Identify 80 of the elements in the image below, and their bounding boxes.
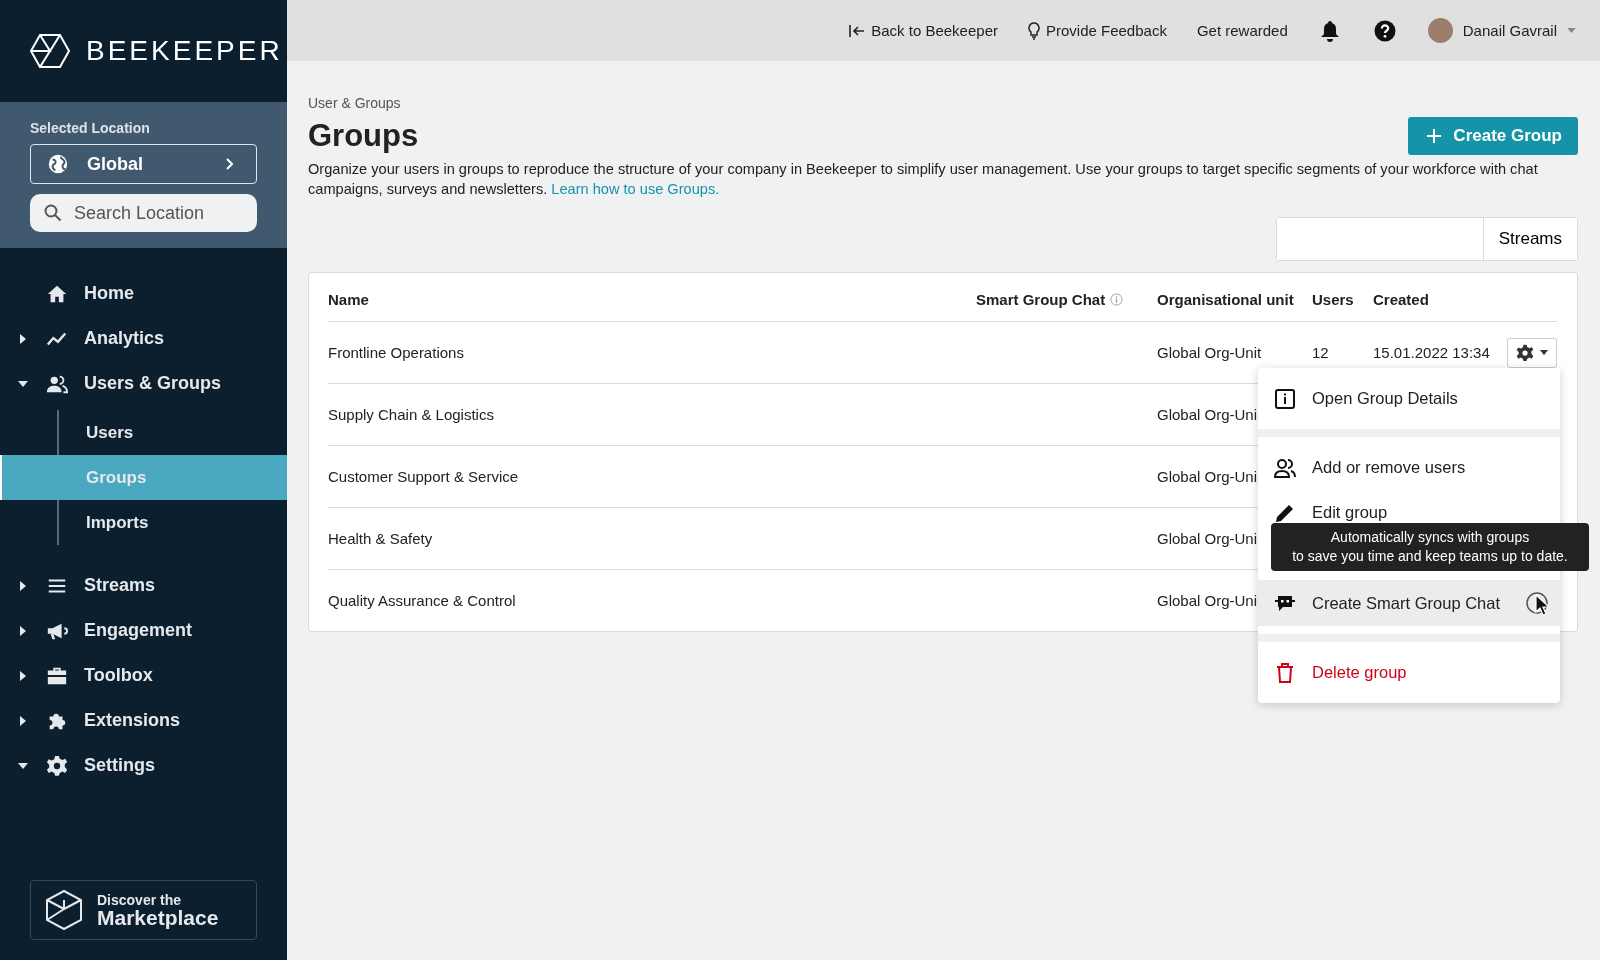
- caret-right-icon: [20, 670, 26, 681]
- cursor-icon: [1535, 594, 1551, 616]
- lightbulb-icon: [1028, 21, 1040, 40]
- cube-icon: [45, 889, 83, 931]
- bell-icon: [1319, 19, 1340, 42]
- settings-icon: [1516, 343, 1534, 362]
- info-icon: [1274, 387, 1296, 410]
- menu-item[interactable]: Add or remove users: [1258, 445, 1560, 490]
- tooltip: Automatically syncs with groups to save you time and keep teams up to date.: [1271, 523, 1589, 571]
- table-cell: Health & Safety: [328, 530, 433, 547]
- notifications-button[interactable]: [1319, 19, 1340, 42]
- caret-down-icon: [18, 380, 28, 387]
- column-header: Created: [1373, 289, 1430, 308]
- column-header: Name: [328, 289, 370, 308]
- caret-down-icon: [1567, 28, 1576, 33]
- caret-right-icon: [20, 333, 26, 344]
- filter-bar[interactable]: Streams: [1275, 217, 1578, 261]
- row-actions-button[interactable]: [1507, 337, 1557, 368]
- feedback-link[interactable]: Provide Feedback: [1028, 21, 1167, 40]
- brand-name: BEEKEEPER: [86, 35, 283, 67]
- table-cell: Global Org-Unit: [1157, 344, 1262, 361]
- column-header: Smart Group Chat: [976, 286, 1157, 308]
- page-title: Groups: [308, 118, 419, 154]
- help-button[interactable]: [1373, 19, 1396, 42]
- nav-subitem[interactable]: Users: [0, 410, 287, 455]
- help-icon: [1373, 19, 1396, 42]
- search-icon: [44, 204, 62, 222]
- caret-right-icon: [20, 580, 26, 591]
- column-header: Users: [1312, 289, 1355, 308]
- caret-down-icon: [1540, 350, 1548, 355]
- globe-icon: [47, 153, 69, 175]
- back-link[interactable]: Back to Beekeeper: [849, 22, 998, 39]
- location-selector[interactable]: Global: [30, 144, 257, 184]
- table-cell: Global Org-Uni: [1157, 406, 1258, 423]
- chevron-right-icon: [224, 157, 236, 171]
- table-cell: Quality Assurance & Control: [328, 592, 516, 609]
- table-cell: Customer Support & Service: [328, 468, 519, 485]
- nav-item[interactable]: Analytics: [0, 316, 287, 361]
- location-search-field[interactable]: Search Location: [30, 194, 257, 232]
- nav-item[interactable]: Engagement: [0, 608, 287, 653]
- marketplace-caption: Discover the: [97, 892, 183, 907]
- table-cell: Global Org-Uni: [1157, 468, 1258, 485]
- plus-icon: [1427, 129, 1442, 143]
- caret-down-icon: [18, 762, 28, 769]
- search-location-input[interactable]: Search Location: [72, 201, 256, 225]
- trash-icon: [1274, 661, 1296, 684]
- nav-item[interactable]: Users & Groups: [0, 361, 287, 406]
- column-header: Organisational unit: [1157, 289, 1295, 308]
- caret-right-icon: [20, 625, 26, 636]
- rewards-link[interactable]: Get rewarded: [1196, 22, 1288, 39]
- menu-item[interactable]: Delete group: [1258, 650, 1560, 695]
- marketplace-title: Marketplace: [97, 906, 219, 928]
- create-group-button[interactable]: Create Group: [1408, 117, 1578, 155]
- hexagon-logo-icon: [30, 33, 70, 69]
- marketplace-banner[interactable]: Discover the Marketplace: [30, 880, 257, 940]
- location-label: Selected Location: [30, 120, 151, 136]
- filter-field[interactable]: [1276, 218, 1484, 260]
- nav-subitem[interactable]: Imports: [0, 500, 287, 545]
- table-cell: Global Org-Uni: [1157, 530, 1258, 547]
- menu-item[interactable]: Open Group Details: [1258, 376, 1560, 421]
- settings-icon: [46, 754, 68, 777]
- menu-item[interactable]: Create Smart Group Chat: [1258, 580, 1560, 626]
- nav-item[interactable]: Settings: [0, 743, 287, 788]
- nav-item[interactable]: Toolbox: [0, 653, 287, 698]
- nav-item[interactable]: Extensions: [0, 698, 287, 743]
- user-menu[interactable]: Danail Gavrail: [1427, 18, 1576, 43]
- table-cell: Global Org-Uni: [1157, 592, 1258, 609]
- users-icon: [1274, 456, 1296, 479]
- table-cell-text: 12: [1312, 344, 1330, 361]
- arrow-left-bar-icon: [849, 23, 866, 38]
- table-cell: Supply Chain & Logistics: [328, 406, 494, 423]
- caret-right-icon: [20, 715, 26, 726]
- page-description: Organize your users in groups to reproduce the structure of your company in Beekeeper to simplify user management. Use your groups to target specific segments of your workforce with chat campaigns, surveys and newsletters. Learn how to use Groups.: [308, 160, 1539, 199]
- avatar: [1427, 18, 1453, 43]
- nav-item[interactable]: Home: [0, 271, 287, 316]
- nav-item[interactable]: Streams: [0, 563, 287, 608]
- info-icon: [1110, 292, 1124, 306]
- table-cell-text: 15.01.2022 13:34: [1373, 344, 1491, 361]
- table-cell: Frontline Operations: [328, 344, 464, 361]
- breadcrumb: User & Groups: [308, 95, 402, 111]
